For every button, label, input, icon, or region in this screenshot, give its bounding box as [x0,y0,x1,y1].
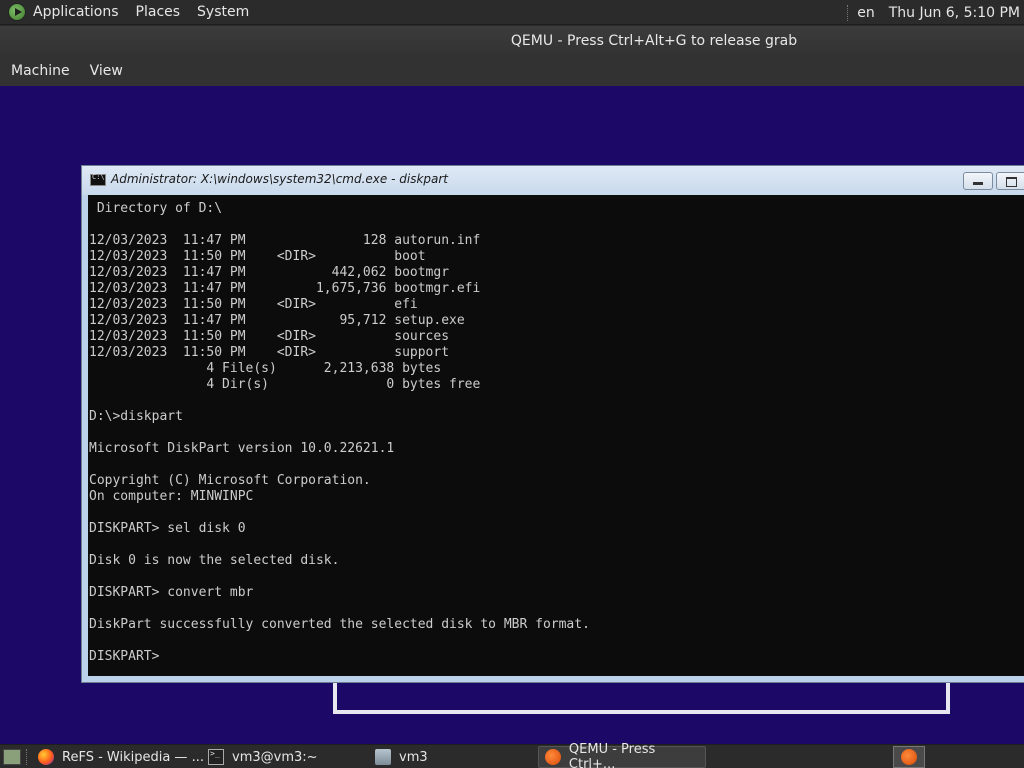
console-line: 4 File(s) 2,213,638 bytes [89,361,442,376]
task-qemu[interactable]: QEMU - Press Ctrl+... [538,742,706,768]
guest-display[interactable]: Administrator: X:\windows\system32\cmd.e… [0,86,1024,744]
console-line: DiskPart successfully converted the sele… [89,617,590,632]
cmd-window[interactable]: Administrator: X:\windows\system32\cmd.e… [81,165,1024,683]
qemu-window-title: QEMU - Press Ctrl+Alt+G to release grab [510,33,798,49]
terminal-icon [208,749,224,765]
console-line: 12/03/2023 11:47 PM 1,675,736 bootmgr.ef… [89,281,481,296]
console-line: 12/03/2023 11:47 PM 95,712 setup.exe [89,313,465,328]
folder-icon [375,749,391,765]
minimize-button[interactable] [963,172,993,190]
cmd-titlebar[interactable]: Administrator: X:\windows\system32\cmd.e… [82,166,1024,195]
console-output[interactable]: Directory of D:\ 12/03/2023 11:47 PM 128… [88,195,1024,676]
console-line: Directory of D:\ [89,201,223,216]
task-firefox[interactable]: ReFS - Wikipedia — ... [32,746,204,768]
console-line: Copyright (C) Microsoft Corporation. [89,473,371,488]
console-line: DISKPART> convert mbr [89,585,254,600]
taskbar: ReFS - Wikipedia — ... vm3@vm3:~ vm3 QEM… [0,742,1024,768]
tray-qemu-icon-button[interactable] [893,746,925,768]
console-line: 4 Dir(s) 0 bytes free [89,377,481,392]
menu-applications[interactable]: Applications [33,4,119,20]
menu-view[interactable]: View [90,63,123,79]
console-line: Microsoft DiskPart version 10.0.22621.1 [89,441,395,456]
firefox-icon [38,749,54,765]
console-line: D:\>diskpart [89,409,183,424]
console-line: 12/03/2023 11:50 PM <DIR> boot [89,249,426,264]
panel-tray: en Thu Jun 6, 5:10 PM [843,0,1024,25]
console-line: 12/03/2023 11:50 PM <DIR> efi [89,297,418,312]
cmd-icon[interactable] [90,173,106,186]
task-label: vm3 [399,749,428,765]
taskbar-grip [26,749,28,765]
show-desktop-icon[interactable] [3,749,21,765]
console-line: 12/03/2023 11:47 PM 128 autorun.inf [89,233,481,248]
clock[interactable]: Thu Jun 6, 5:10 PM [889,5,1020,21]
task-folder[interactable]: vm3 [369,746,535,768]
menu-system[interactable]: System [197,4,249,20]
qemu-menubar: Machine View [0,56,1024,86]
qemu-icon [545,749,561,765]
menu-places[interactable]: Places [136,4,181,20]
console-line: 12/03/2023 11:47 PM 442,062 bootmgr [89,265,450,280]
applications-icon[interactable] [8,3,26,21]
maximize-button[interactable] [996,172,1024,190]
task-label: vm3@vm3:~ [232,749,318,765]
task-label: ReFS - Wikipedia — ... [62,749,204,765]
qemu-window-titlebar[interactable]: QEMU - Press Ctrl+Alt+G to release grab [0,26,1024,56]
menu-machine[interactable]: Machine [11,63,70,79]
setup-dialog-frame [333,680,950,714]
top-panel: Applications Places System en Thu Jun 6,… [0,0,1024,25]
cmd-window-title: Administrator: X:\windows\system32\cmd.e… [111,172,449,186]
console-line: DISKPART> sel disk 0 [89,521,246,536]
task-label: QEMU - Press Ctrl+... [568,742,656,768]
task-terminal[interactable]: vm3@vm3:~ [202,746,370,768]
console-line: 12/03/2023 11:50 PM <DIR> support [89,345,450,360]
qemu-icon [901,749,917,765]
keyboard-layout-indicator[interactable]: en [857,5,875,21]
console-line: On computer: MINWINPC [89,489,254,504]
panel-separator [847,4,849,21]
console-line: 12/03/2023 11:50 PM <DIR> sources [89,329,450,344]
console-line: Disk 0 is now the selected disk. [89,553,340,568]
console-line: DISKPART> [89,649,160,664]
